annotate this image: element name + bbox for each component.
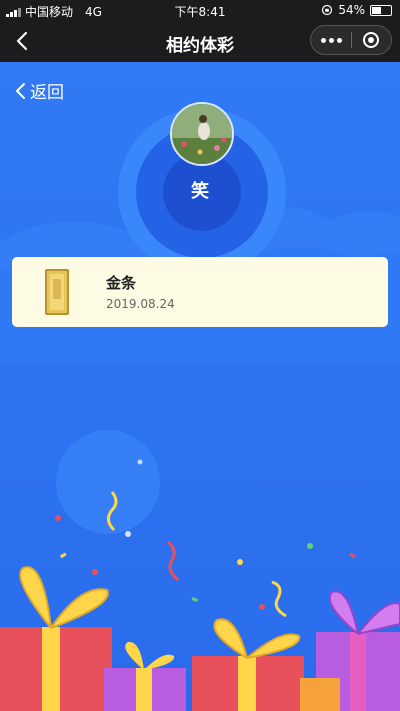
gold-bar-icon (45, 269, 69, 315)
miniprogram-capsule (310, 25, 392, 55)
avatar-photo-icon (172, 104, 232, 164)
battery-percent: 54% (338, 3, 365, 17)
prize-date: 2019.08.24 (106, 297, 175, 311)
gift-boxes-illustration (0, 430, 400, 711)
username: 笑 (191, 181, 209, 202)
miniprogram-close-icon[interactable] (351, 26, 391, 54)
back-link[interactable]: 返回 (14, 78, 64, 103)
status-bar: 中国移动 4G 下午8:41 54% (0, 0, 400, 20)
main-content: 返回 笑 金条 2019.08.24 (0, 62, 400, 711)
prize-name: 金条 (106, 274, 137, 292)
battery-icon (370, 4, 392, 16)
nav-bar: 相约体彩 (0, 20, 400, 62)
prize-card[interactable]: 金条 2019.08.24 (12, 257, 388, 327)
more-dots-icon[interactable] (311, 26, 351, 54)
chevron-left-icon (16, 82, 25, 99)
rotation-lock-icon (322, 4, 333, 16)
avatar (170, 102, 234, 166)
back-label: 返回 (30, 83, 64, 103)
chevron-left-icon[interactable] (10, 28, 36, 54)
